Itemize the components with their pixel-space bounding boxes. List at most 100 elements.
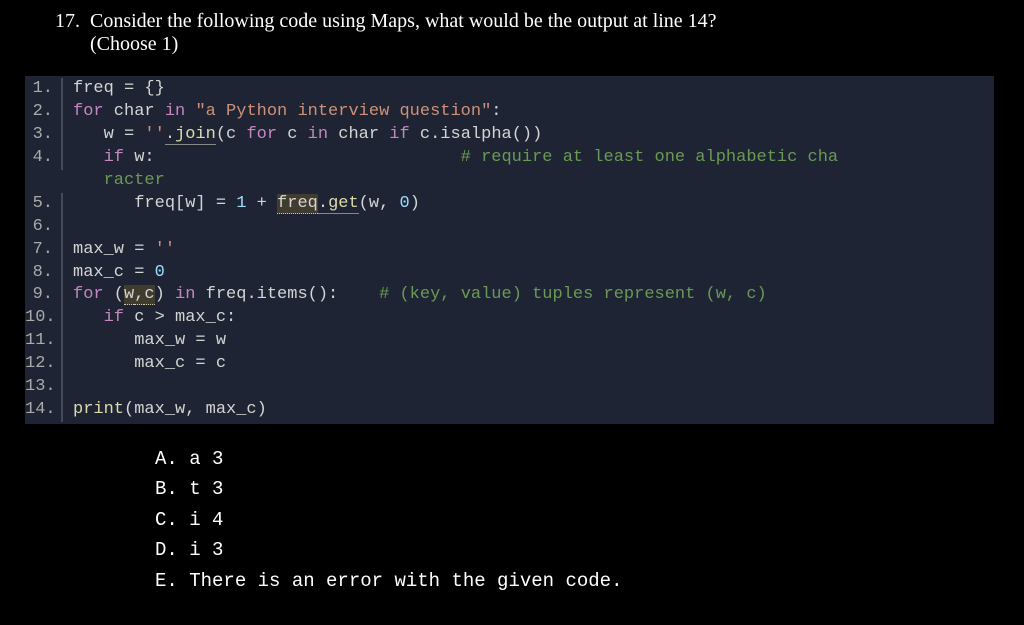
code-token: in bbox=[308, 125, 328, 144]
code-content: if w: # require at least one alphabetic … bbox=[73, 147, 994, 170]
code-token: w bbox=[206, 331, 226, 350]
code-token: + bbox=[257, 194, 267, 213]
code-token: c bbox=[277, 125, 308, 144]
code-token: in bbox=[175, 285, 195, 304]
code-content: max_c = 0 bbox=[73, 262, 994, 285]
code-line: 13. bbox=[25, 376, 994, 399]
code-token: = bbox=[134, 240, 144, 259]
code-content: freq = {} bbox=[73, 78, 994, 101]
code-token bbox=[226, 194, 236, 213]
line-number: 12. bbox=[25, 353, 63, 376]
code-block: 1.freq = {}2.for char in "a Python inter… bbox=[25, 76, 994, 424]
code-token: ) bbox=[155, 285, 175, 304]
question-text: Consider the following code using Maps, … bbox=[90, 10, 984, 56]
code-content bbox=[73, 216, 994, 239]
code-token: freq.items(): bbox=[195, 285, 379, 304]
code-token: # require at least one alphabetic cha bbox=[461, 148, 838, 167]
code-token: '' bbox=[144, 125, 164, 144]
line-number: 14. bbox=[25, 399, 63, 422]
code-token: c bbox=[206, 354, 226, 373]
code-token: w bbox=[124, 285, 134, 305]
code-content: max_c = c bbox=[73, 353, 994, 376]
code-token: racter bbox=[104, 171, 165, 190]
code-token: freq bbox=[73, 79, 124, 98]
code-token: max_c bbox=[73, 354, 195, 373]
code-token: w bbox=[73, 125, 124, 144]
code-line: 12. max_c = c bbox=[25, 353, 994, 376]
code-token: . bbox=[165, 125, 175, 145]
line-number: 1. bbox=[25, 78, 63, 101]
code-token: max_c: bbox=[165, 308, 236, 327]
code-line: 2. for char in "a Python interview questi… bbox=[25, 101, 994, 124]
code-token: c.isalpha()) bbox=[410, 125, 543, 144]
answer-option[interactable]: D. i 3 bbox=[155, 535, 984, 565]
code-token bbox=[185, 102, 195, 121]
code-token: freq[w] bbox=[73, 194, 216, 213]
question-instruction: (Choose 1) bbox=[90, 33, 178, 55]
code-token: for bbox=[73, 102, 104, 121]
code-token: '' bbox=[155, 240, 175, 259]
code-token bbox=[144, 263, 154, 282]
code-token: 0 bbox=[155, 263, 165, 282]
code-token: get bbox=[328, 194, 359, 214]
code-token: : bbox=[491, 102, 501, 121]
answer-option[interactable]: A. a 3 bbox=[155, 444, 984, 474]
code-content: w = ''.join(c for c in char if c.isalpha… bbox=[73, 124, 994, 147]
code-token bbox=[246, 194, 256, 213]
answer-option[interactable]: E. There is an error with the given code… bbox=[155, 566, 984, 596]
code-token: 1 bbox=[236, 194, 246, 213]
code-content: print(max_w, max_c) bbox=[73, 399, 994, 422]
answer-option[interactable]: B. t 3 bbox=[155, 474, 984, 504]
code-content: for char in "a Python interview question… bbox=[73, 101, 994, 124]
code-token: w: bbox=[124, 148, 461, 167]
code-content: for (w,c) in freq.items(): # (key, value… bbox=[73, 284, 994, 307]
code-token: "a Python interview question" bbox=[195, 102, 491, 121]
code-line: 3. w = ''.join(c for c in char if c.isal… bbox=[25, 124, 994, 147]
code-token: . bbox=[318, 194, 328, 214]
code-token: = bbox=[195, 331, 205, 350]
code-token: (c bbox=[216, 125, 247, 144]
code-line: 1. freq = {} bbox=[25, 78, 994, 101]
code-token bbox=[144, 240, 154, 259]
code-line: 5. freq[w] = 1 + freq.get(w, 0) bbox=[25, 193, 994, 216]
line-number: 4. bbox=[25, 147, 63, 170]
answer-option[interactable]: C. i 4 bbox=[155, 505, 984, 535]
code-token: max_w bbox=[73, 240, 134, 259]
code-token: = bbox=[124, 79, 134, 98]
code-token: if bbox=[389, 125, 409, 144]
code-content: max_w = w bbox=[73, 330, 994, 353]
code-content: max_w = '' bbox=[73, 239, 994, 262]
code-token: {} bbox=[134, 79, 165, 98]
code-token bbox=[267, 194, 277, 213]
code-token: c bbox=[124, 308, 155, 327]
code-token: = bbox=[216, 194, 226, 213]
line-number: 5. bbox=[25, 193, 63, 216]
code-token: c bbox=[144, 285, 154, 305]
code-token: char bbox=[328, 125, 389, 144]
code-token: > bbox=[155, 308, 165, 327]
code-token: , bbox=[134, 285, 144, 305]
question-header: 17. Consider the following code using Ma… bbox=[55, 10, 984, 56]
code-token: char bbox=[104, 102, 165, 121]
code-token: ( bbox=[104, 285, 124, 304]
code-line: 11. max_w = w bbox=[25, 330, 994, 353]
code-token: # (key, value) tuples represent (w, c) bbox=[379, 285, 767, 304]
code-token: = bbox=[134, 263, 144, 282]
line-number: 2. bbox=[25, 101, 63, 124]
code-token: 0 bbox=[399, 194, 409, 213]
code-token: max_c bbox=[73, 263, 134, 282]
code-line: 9.for (w,c) in freq.items(): # (key, val… bbox=[25, 284, 994, 307]
code-content bbox=[73, 376, 994, 399]
code-token bbox=[73, 308, 104, 327]
code-line: 10. if c > max_c: bbox=[25, 307, 994, 330]
code-token: freq bbox=[277, 194, 318, 214]
code-token: ) bbox=[410, 194, 420, 213]
code-token: for bbox=[246, 125, 277, 144]
line-number: 6. bbox=[25, 216, 63, 239]
code-line: 14. print(max_w, max_c) bbox=[25, 399, 994, 422]
line-number: 11. bbox=[25, 330, 63, 353]
code-token: in bbox=[165, 102, 185, 121]
code-token bbox=[134, 125, 144, 144]
code-token: if bbox=[104, 148, 124, 167]
code-token: join bbox=[175, 125, 216, 145]
